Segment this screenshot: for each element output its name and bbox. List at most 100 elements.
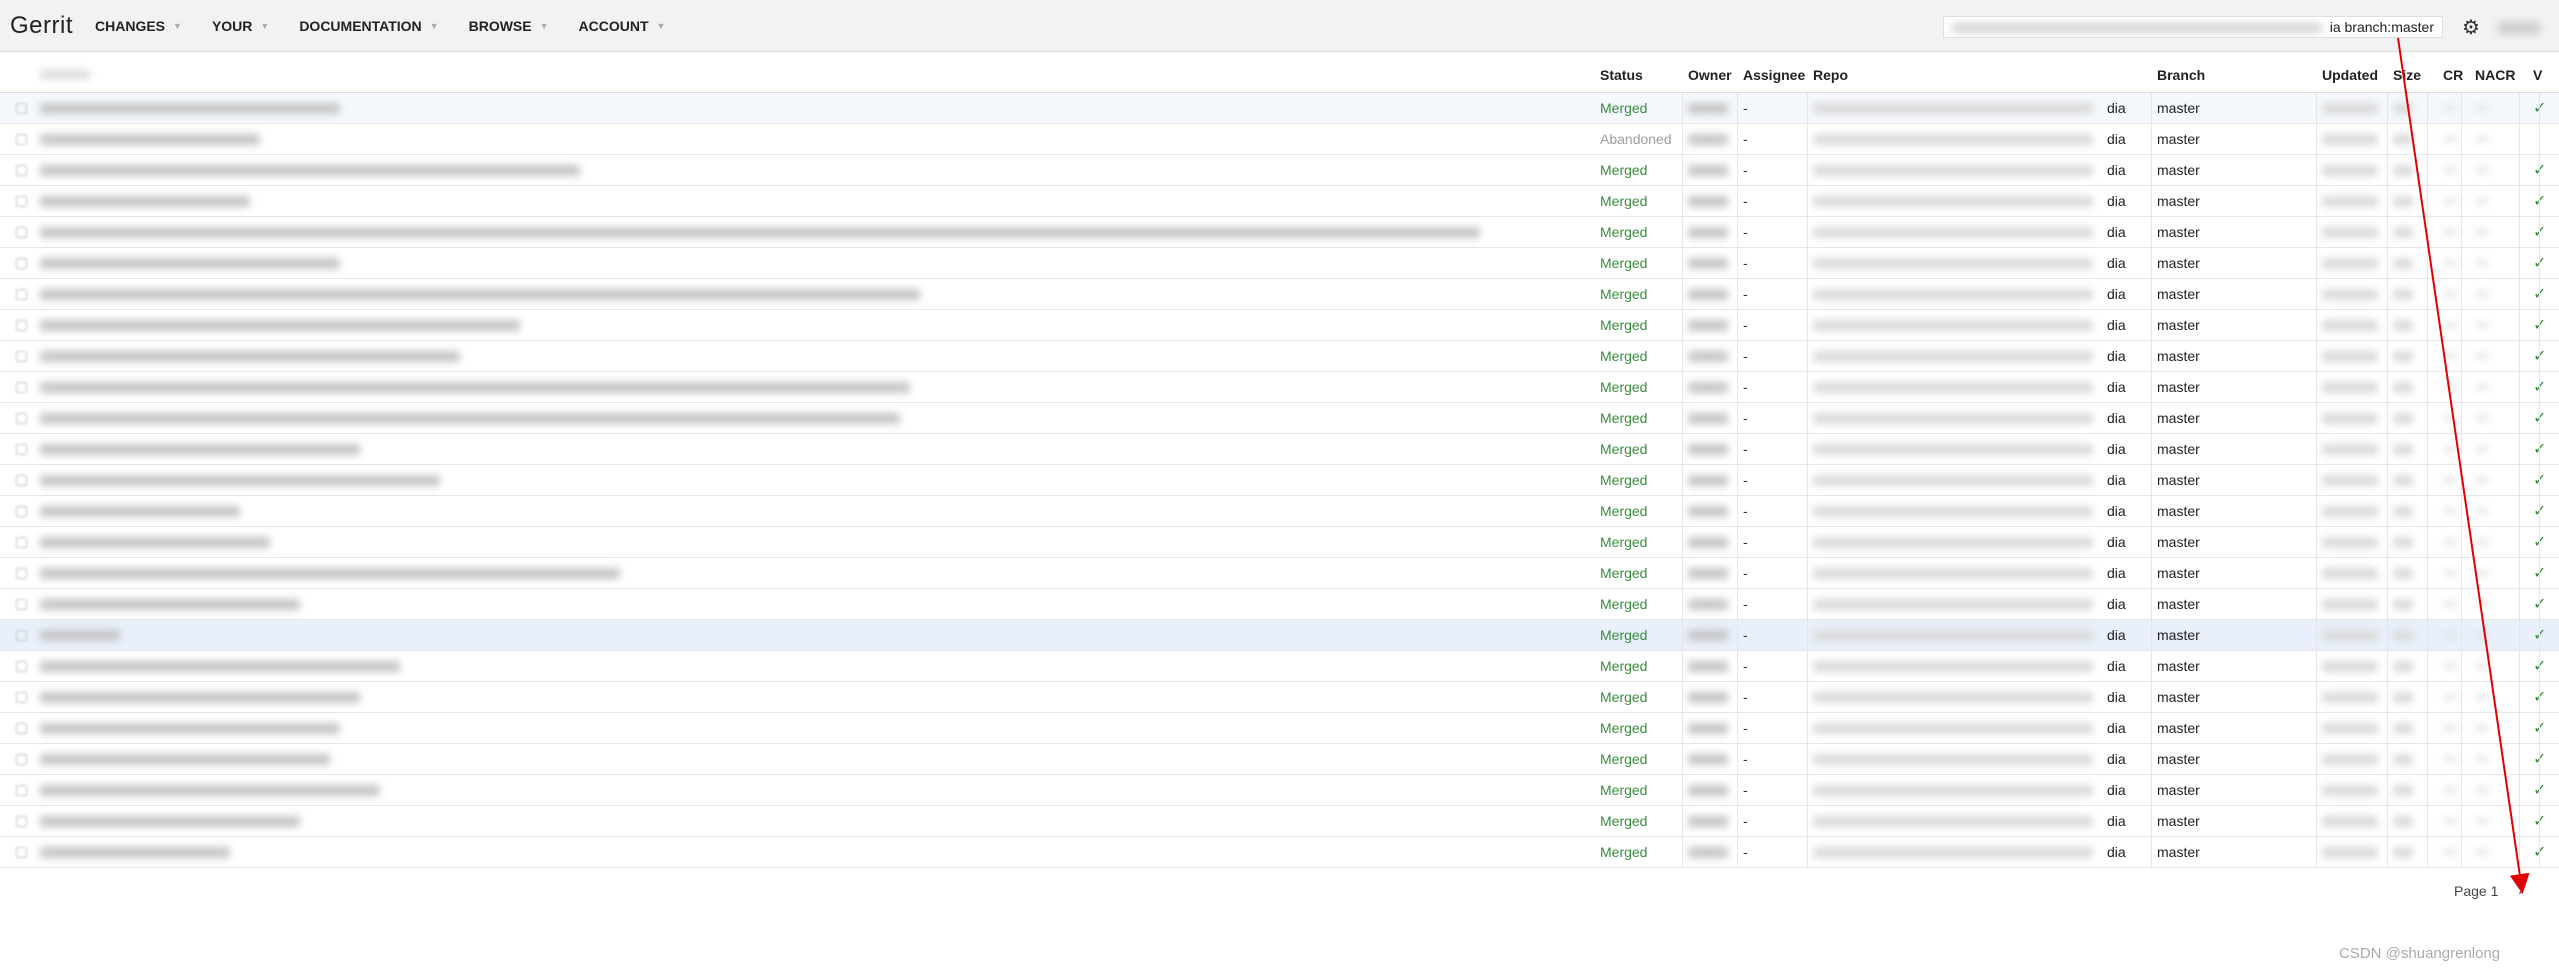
owner-link[interactable] xyxy=(1688,651,1728,681)
subject-link[interactable] xyxy=(40,217,1480,247)
menu-browse[interactable]: BROWSE ▼ xyxy=(469,18,549,34)
row-checkbox[interactable] xyxy=(16,837,30,867)
subject-link[interactable] xyxy=(40,310,520,340)
table-row[interactable]: Merged-diamaster✓ xyxy=(0,93,2559,124)
branch-link[interactable]: master xyxy=(2157,465,2200,495)
repo-link[interactable] xyxy=(1813,372,2093,402)
branch-link[interactable]: master xyxy=(2157,279,2200,309)
table-row[interactable]: Merged-diamaster✓ xyxy=(0,496,2559,527)
row-checkbox[interactable] xyxy=(16,155,30,185)
subject-link[interactable] xyxy=(40,279,920,309)
repo-link[interactable] xyxy=(1813,558,2093,588)
row-checkbox[interactable] xyxy=(16,651,30,681)
branch-link[interactable]: master xyxy=(2157,682,2200,712)
branch-link[interactable]: master xyxy=(2157,310,2200,340)
branch-link[interactable]: master xyxy=(2157,744,2200,774)
subject-link[interactable] xyxy=(40,248,340,278)
subject-link[interactable] xyxy=(40,155,580,185)
repo-link[interactable] xyxy=(1813,620,2093,650)
owner-link[interactable] xyxy=(1688,496,1728,526)
table-row[interactable]: Merged-diamaster✓ xyxy=(0,248,2559,279)
branch-link[interactable]: master xyxy=(2157,93,2200,123)
row-checkbox[interactable] xyxy=(16,713,30,743)
owner-link[interactable] xyxy=(1688,310,1728,340)
subject-link[interactable] xyxy=(40,434,360,464)
branch-link[interactable]: master xyxy=(2157,341,2200,371)
subject-link[interactable] xyxy=(40,372,910,402)
row-checkbox[interactable] xyxy=(16,682,30,712)
table-row[interactable]: Merged-diamaster✓ xyxy=(0,806,2559,837)
branch-link[interactable]: master xyxy=(2157,434,2200,464)
row-checkbox[interactable] xyxy=(16,527,30,557)
subject-link[interactable] xyxy=(40,837,230,867)
branch-link[interactable]: master xyxy=(2157,372,2200,402)
repo-link[interactable] xyxy=(1813,651,2093,681)
branch-link[interactable]: master xyxy=(2157,403,2200,433)
owner-link[interactable] xyxy=(1688,155,1728,185)
table-row[interactable]: Merged-diamaster✓ xyxy=(0,217,2559,248)
subject-link[interactable] xyxy=(40,186,250,216)
table-row[interactable]: Merged-diamaster✓ xyxy=(0,527,2559,558)
branch-link[interactable]: master xyxy=(2157,589,2200,619)
owner-link[interactable] xyxy=(1688,372,1728,402)
repo-link[interactable] xyxy=(1813,713,2093,743)
repo-link[interactable] xyxy=(1813,279,2093,309)
repo-link[interactable] xyxy=(1813,248,2093,278)
subject-link[interactable] xyxy=(40,124,260,154)
repo-link[interactable] xyxy=(1813,93,2093,123)
row-checkbox[interactable] xyxy=(16,279,30,309)
owner-link[interactable] xyxy=(1688,341,1728,371)
row-checkbox[interactable] xyxy=(16,403,30,433)
subject-link[interactable] xyxy=(40,496,240,526)
owner-link[interactable] xyxy=(1688,434,1728,464)
user-avatar[interactable] xyxy=(2498,22,2540,34)
menu-documentation[interactable]: DOCUMENTATION ▼ xyxy=(299,18,438,34)
subject-link[interactable] xyxy=(40,651,400,681)
subject-link[interactable] xyxy=(40,558,620,588)
repo-link[interactable] xyxy=(1813,434,2093,464)
table-row[interactable]: Merged-diamaster✓ xyxy=(0,434,2559,465)
repo-link[interactable] xyxy=(1813,589,2093,619)
subject-link[interactable] xyxy=(40,806,300,836)
row-checkbox[interactable] xyxy=(16,806,30,836)
branch-link[interactable]: master xyxy=(2157,217,2200,247)
owner-link[interactable] xyxy=(1688,775,1728,805)
table-row[interactable]: Merged-diamaster✓ xyxy=(0,558,2559,589)
table-row[interactable]: Merged-diamaster✓ xyxy=(0,186,2559,217)
table-row[interactable]: Merged-diamaster✓ xyxy=(0,403,2559,434)
row-checkbox[interactable] xyxy=(16,217,30,247)
table-row[interactable]: Abandoned - dia master xyxy=(0,124,2559,155)
branch-link[interactable]: master xyxy=(2157,651,2200,681)
row-checkbox[interactable] xyxy=(16,310,30,340)
repo-link[interactable] xyxy=(1813,217,2093,247)
chevron-right-icon[interactable]: › xyxy=(2518,878,2525,901)
gerrit-logo[interactable]: Gerrit xyxy=(10,12,73,40)
menu-account[interactable]: ACCOUNT ▼ xyxy=(579,18,666,34)
subject-link[interactable] xyxy=(40,341,460,371)
repo-link[interactable] xyxy=(1813,775,2093,805)
repo-link[interactable] xyxy=(1813,155,2093,185)
row-checkbox[interactable] xyxy=(16,341,30,371)
table-row[interactable]: Merged-diamaster✓ xyxy=(0,651,2559,682)
table-row[interactable]: Merged-diamaster✓ xyxy=(0,155,2559,186)
gear-icon[interactable]: ⚙ xyxy=(2462,15,2480,40)
repo-link[interactable] xyxy=(1813,682,2093,712)
table-row[interactable]: Merged-diamaster✓ xyxy=(0,775,2559,806)
repo-link[interactable] xyxy=(1813,527,2093,557)
branch-link[interactable]: master xyxy=(2157,496,2200,526)
table-row[interactable]: Merged-diamaster✓ xyxy=(0,341,2559,372)
table-row[interactable]: Merged-diamaster✓ xyxy=(0,620,2559,651)
row-checkbox[interactable] xyxy=(16,558,30,588)
repo-link[interactable] xyxy=(1813,124,2093,154)
repo-link[interactable] xyxy=(1813,186,2093,216)
owner-link[interactable] xyxy=(1688,589,1728,619)
repo-link[interactable] xyxy=(1813,744,2093,774)
row-checkbox[interactable] xyxy=(16,124,30,154)
subject-link[interactable] xyxy=(40,620,120,650)
table-row[interactable]: Merged-diamaster✓ xyxy=(0,279,2559,310)
branch-link[interactable]: master xyxy=(2157,186,2200,216)
row-checkbox[interactable] xyxy=(16,744,30,774)
owner-link[interactable] xyxy=(1688,682,1728,712)
subject-link[interactable] xyxy=(40,527,270,557)
row-checkbox[interactable] xyxy=(16,775,30,805)
